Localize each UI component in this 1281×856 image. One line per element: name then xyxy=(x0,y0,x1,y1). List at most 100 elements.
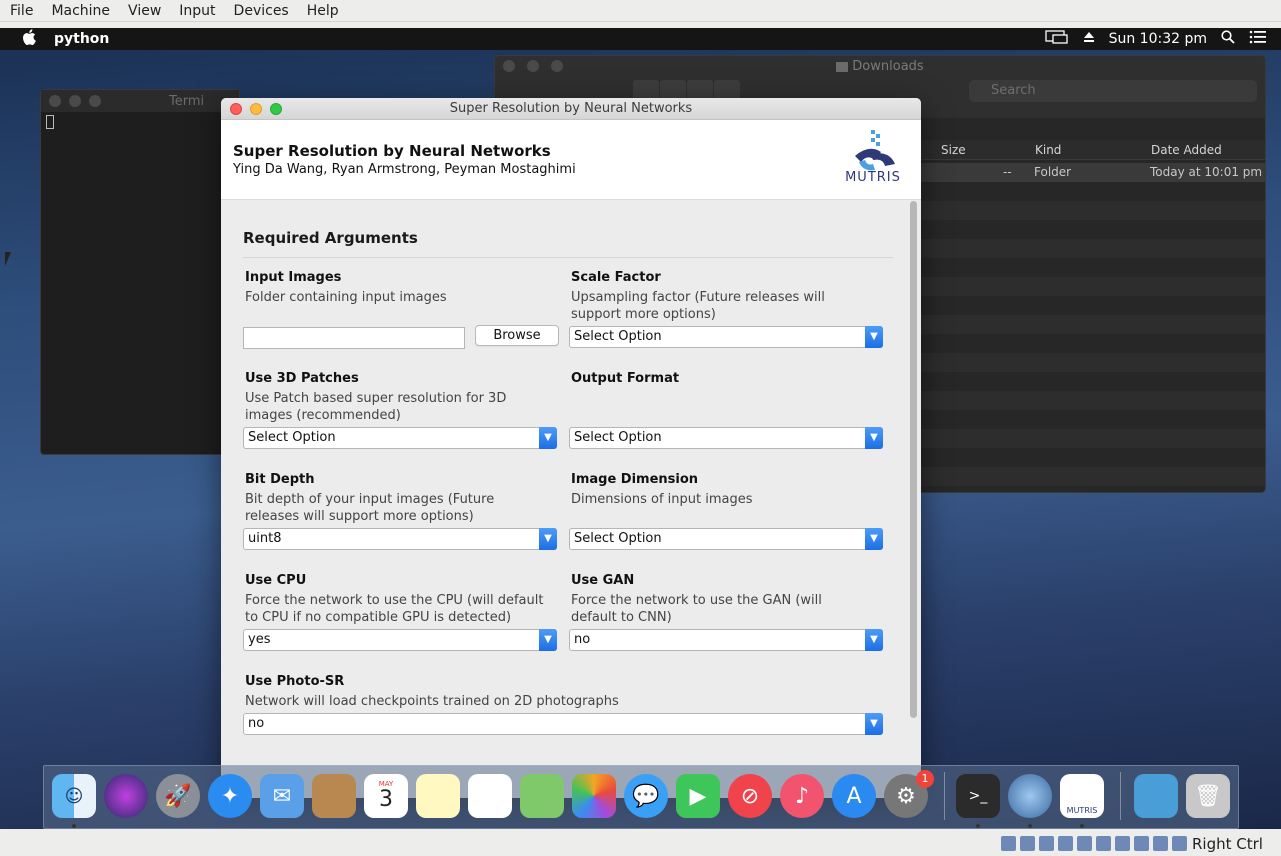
dock-separator xyxy=(944,772,945,820)
super-resolution-dialog[interactable]: Super Resolution by Neural Networks Supe… xyxy=(221,98,921,798)
finder-search-field[interactable]: Search xyxy=(969,80,1257,102)
list-view-button[interactable] xyxy=(660,80,686,100)
calendar-icon[interactable]: MAY 3 xyxy=(364,774,408,818)
row-date-added: Today at 10:01 pm xyxy=(1150,165,1263,179)
column-date-added[interactable]: Date Added xyxy=(1145,140,1265,159)
use-3d-patches-select[interactable]: Select Option ▼ xyxy=(243,427,557,449)
app-authors: Ying Da Wang, Ryan Armstrong, Peyman Mos… xyxy=(233,162,576,177)
python-launcher-icon[interactable] xyxy=(1008,774,1052,818)
terminal-minimize-button[interactable] xyxy=(69,95,81,107)
finder-row[interactable]: -- Folder Today at 10:01 pm xyxy=(921,163,1265,182)
scale-factor-select[interactable]: Select Option ▼ xyxy=(569,326,883,348)
image-dimension-select[interactable]: Select Option ▼ xyxy=(569,528,883,550)
section-divider xyxy=(243,257,893,258)
icon-view-button[interactable] xyxy=(633,80,659,100)
optical-drive-status-icon[interactable] xyxy=(1020,836,1035,851)
terminal-titlebar[interactable]: Termi xyxy=(41,90,239,112)
photos-icon[interactable] xyxy=(572,774,616,818)
mutris-icon[interactable]: MUTRIS xyxy=(1060,774,1104,818)
cpu-status-icon[interactable] xyxy=(1153,836,1168,851)
gallery-view-button[interactable] xyxy=(714,80,740,100)
chevron-down-icon[interactable]: ▼ xyxy=(539,427,557,449)
chevron-down-icon[interactable]: ▼ xyxy=(865,713,883,735)
image-dimension-value: Select Option xyxy=(574,531,662,546)
input-images-label: Input Images xyxy=(245,270,342,285)
column-size[interactable]: Size xyxy=(921,140,1031,159)
contacts-icon[interactable] xyxy=(312,774,356,818)
use-gan-select[interactable]: no ▼ xyxy=(569,629,883,651)
maps-icon[interactable] xyxy=(520,774,564,818)
display-icon[interactable] xyxy=(1044,30,1069,48)
host-statusbar: Right Ctrl xyxy=(0,829,1281,856)
terminal-icon[interactable]: >_ xyxy=(956,774,1000,818)
chevron-down-icon[interactable]: ▼ xyxy=(865,528,883,550)
news-icon[interactable]: ⊘ xyxy=(728,774,772,818)
column-view-button[interactable] xyxy=(687,80,713,100)
eject-icon[interactable] xyxy=(1083,31,1095,47)
terminal-zoom-button[interactable] xyxy=(89,95,101,107)
use-photo-sr-help: Network will load checkpoints trained on… xyxy=(245,694,619,709)
app-store-icon[interactable]: A xyxy=(832,774,876,818)
finder-icon[interactable]: ☺ xyxy=(52,774,96,818)
usb-status-icon[interactable] xyxy=(1077,836,1092,851)
menubar-clock[interactable]: Sun 10:32 pm xyxy=(1109,31,1207,47)
host-menu-machine[interactable]: Machine xyxy=(42,3,119,19)
host-menu-view[interactable]: View xyxy=(119,3,170,19)
mail-icon[interactable]: ✉ xyxy=(260,774,304,818)
terminal-window[interactable]: Termi xyxy=(40,89,240,455)
chevron-down-icon[interactable]: ▼ xyxy=(539,528,557,550)
output-format-select[interactable]: Select Option ▼ xyxy=(569,427,883,449)
use-gan-label: Use GAN xyxy=(571,573,635,588)
network-status-icon[interactable] xyxy=(1058,836,1073,851)
messages-icon[interactable]: 💬 xyxy=(624,774,668,818)
audio-status-icon[interactable] xyxy=(1039,836,1054,851)
chevron-down-icon[interactable]: ▼ xyxy=(865,326,883,348)
form-vertical-scrollbar[interactable] xyxy=(910,201,917,718)
use-3d-patches-value: Select Option xyxy=(248,430,336,445)
scale-factor-value: Select Option xyxy=(574,329,662,344)
shared-folders-status-icon[interactable] xyxy=(1096,836,1111,851)
mouse-integration-status-icon[interactable] xyxy=(1172,836,1187,851)
active-app-name[interactable]: python xyxy=(54,31,109,47)
downloads-folder-icon[interactable] xyxy=(1134,774,1178,818)
dialog-titlebar[interactable]: Super Resolution by Neural Networks xyxy=(221,98,921,120)
facetime-icon[interactable]: ▶ xyxy=(676,774,720,818)
browse-button[interactable]: Browse xyxy=(475,325,559,346)
chevron-down-icon[interactable]: ▼ xyxy=(865,427,883,449)
finder-empty-row xyxy=(921,239,1265,258)
host-menu-file[interactable]: File xyxy=(0,3,42,19)
system-preferences-icon[interactable]: ⚙ 1 xyxy=(884,770,934,818)
host-menu-input[interactable]: Input xyxy=(170,3,224,19)
chevron-down-icon[interactable]: ▼ xyxy=(539,629,557,651)
input-images-field[interactable] xyxy=(243,327,465,349)
launchpad-icon[interactable]: 🚀 xyxy=(156,774,200,818)
apple-menu-icon[interactable] xyxy=(22,29,36,49)
music-icon[interactable]: ♪ xyxy=(780,774,824,818)
host-menu-devices[interactable]: Devices xyxy=(225,3,298,19)
bit-depth-select[interactable]: uint8 ▼ xyxy=(243,528,557,550)
use-cpu-value: yes xyxy=(248,632,271,647)
use-photo-sr-select[interactable]: no ▼ xyxy=(243,713,883,735)
use-photo-sr-value: no xyxy=(248,716,265,731)
harddisk-status-icon[interactable] xyxy=(1001,836,1016,851)
display-status-icon[interactable] xyxy=(1115,836,1130,851)
finder-empty-row xyxy=(921,277,1265,296)
chevron-down-icon[interactable]: ▼ xyxy=(865,629,883,651)
notes-icon[interactable] xyxy=(416,774,460,818)
siri-icon[interactable] xyxy=(104,774,148,818)
spotlight-search-icon[interactable] xyxy=(1221,30,1235,48)
use-cpu-select[interactable]: yes ▼ xyxy=(243,629,557,651)
reminders-icon[interactable] xyxy=(468,774,512,818)
column-kind[interactable]: Kind xyxy=(1031,140,1145,159)
dialog-form: Required Arguments Input Images Folder c… xyxy=(221,201,921,798)
terminal-title: Termi xyxy=(169,93,205,109)
dialog-header: Super Resolution by Neural Networks Ying… xyxy=(221,120,921,200)
terminal-running-indicator xyxy=(976,824,980,828)
trash-icon[interactable]: 🗑 xyxy=(1186,774,1230,818)
notification-center-icon[interactable] xyxy=(1249,30,1267,48)
safari-icon[interactable]: ✦ xyxy=(208,774,252,818)
terminal-close-button[interactable] xyxy=(49,95,61,107)
video-capture-status-icon[interactable] xyxy=(1134,836,1149,851)
host-menu-help[interactable]: Help xyxy=(298,3,348,19)
python-running-indicator xyxy=(1028,824,1032,828)
